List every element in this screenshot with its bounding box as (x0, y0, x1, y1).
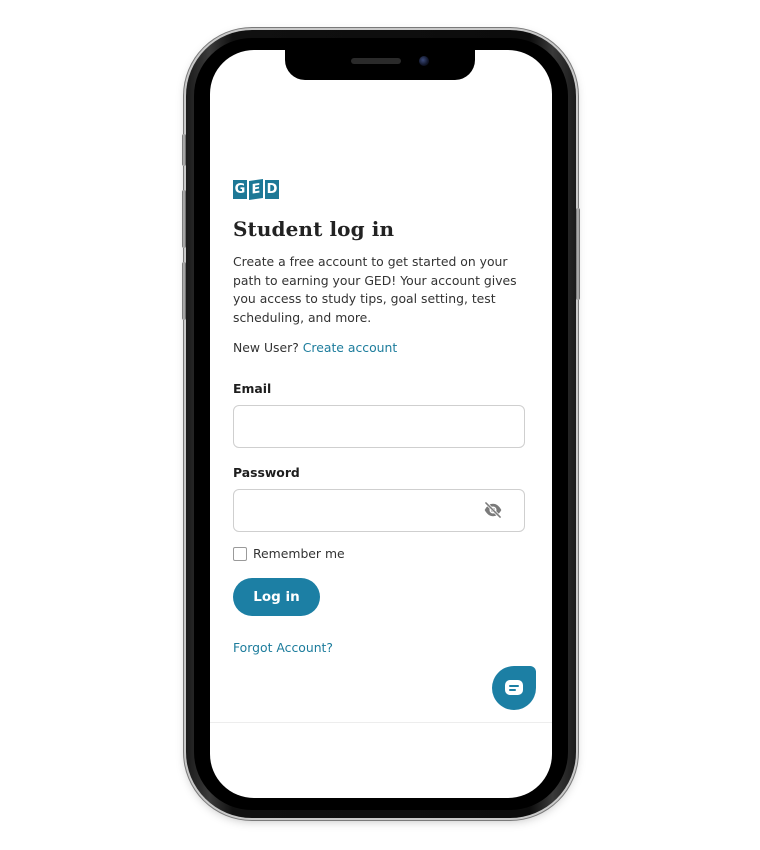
email-field (233, 405, 525, 449)
footer-divider (210, 722, 552, 723)
remember-me-label[interactable]: Remember me (253, 546, 345, 561)
password-input[interactable] (234, 490, 524, 532)
logo-letter-d: D (265, 180, 279, 199)
password-label: Password (233, 465, 300, 481)
email-input[interactable] (234, 406, 524, 448)
phone-silent-switch (182, 134, 186, 166)
phone-notch (285, 50, 475, 80)
new-user-row: New User? Create account (233, 340, 527, 355)
remember-me-row: Remember me (233, 546, 527, 561)
page-title: Student log in (233, 217, 395, 241)
email-label: Email (233, 381, 272, 397)
ged-logo: G E D (233, 179, 527, 200)
speaker-grille (351, 58, 401, 64)
phone-volume-up (182, 190, 186, 248)
remember-me-checkbox[interactable] (233, 546, 247, 561)
chat-bubble-icon (505, 680, 523, 695)
forgot-account-row: Forgot Account? (233, 640, 527, 655)
logo-letter-g: G (233, 180, 247, 199)
logo-letter-e: E (249, 179, 263, 200)
eye-off-icon[interactable] (482, 500, 504, 520)
log-in-button[interactable]: Log in (233, 578, 320, 617)
chat-button[interactable] (492, 666, 536, 710)
new-user-prefix: New User? (233, 340, 299, 356)
password-field (233, 489, 525, 533)
stage: G E D Student log in Create a free accou… (0, 0, 760, 850)
front-camera (419, 56, 429, 66)
intro-text: Create a free account to get started on … (233, 254, 517, 325)
login-panel: G E D Student log in Create a free accou… (233, 179, 527, 655)
forgot-account-link[interactable]: Forgot Account? (233, 640, 333, 655)
phone-screen: G E D Student log in Create a free accou… (210, 50, 552, 798)
phone-volume-down (182, 262, 186, 320)
create-account-link[interactable]: Create account (303, 340, 397, 355)
phone-power-button (576, 208, 580, 300)
